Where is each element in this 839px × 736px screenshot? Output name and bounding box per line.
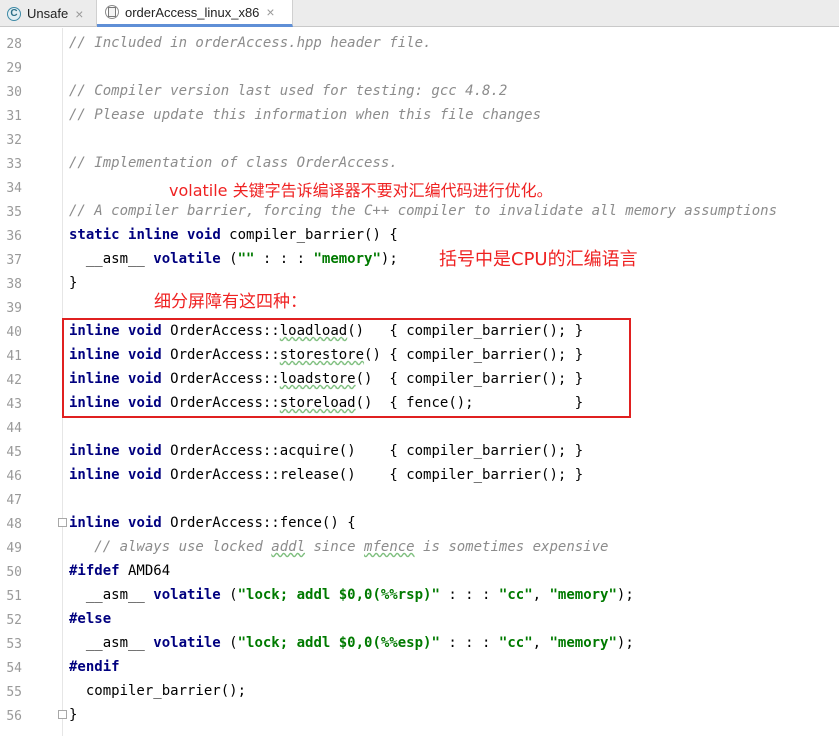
- line-number: 50: [6, 565, 22, 580]
- line-number: 45: [6, 445, 22, 460]
- tab-orderaccess-linux-x86[interactable]: orderAccess_linux_x86 ×: [97, 0, 293, 27]
- line-number: 36: [6, 229, 22, 244]
- line-number: 46: [6, 469, 22, 484]
- line-number: 55: [6, 685, 22, 700]
- line-number: 51: [6, 589, 22, 604]
- line-number: 28: [6, 37, 22, 52]
- c-class-icon: C: [7, 6, 21, 21]
- code-line-53[interactable]: __asm__ volatile ("lock; addl $0,0(%%esp…: [69, 635, 634, 651]
- line-number: 42: [6, 373, 22, 388]
- line-number: 38: [6, 277, 22, 292]
- line-number: 52: [6, 613, 22, 628]
- code-line-55[interactable]: compiler_barrier();: [69, 683, 246, 699]
- code-line-33[interactable]: // Implementation of class OrderAccess.: [69, 155, 398, 171]
- code-line-45[interactable]: inline void OrderAccess::acquire() { com…: [69, 443, 583, 459]
- line-number: 35: [6, 205, 22, 220]
- annotation-barrier-note: 细分屏障有这四种：: [154, 292, 307, 312]
- line-number: 37: [6, 253, 22, 268]
- line-number: 44: [6, 421, 22, 436]
- annotation-asm-note: 括号中是CPU的汇编语言: [439, 249, 638, 270]
- line-number: 43: [6, 397, 22, 412]
- line-number: 39: [6, 301, 22, 316]
- line-number: 30: [6, 85, 22, 100]
- code-line-28[interactable]: // Included in orderAccess.hpp header fi…: [69, 35, 431, 51]
- code-line-51[interactable]: __asm__ volatile ("lock; addl $0,0(%%rsp…: [69, 587, 634, 603]
- close-icon[interactable]: ×: [75, 6, 83, 22]
- code-line-30[interactable]: // Compiler version last used for testin…: [69, 83, 507, 99]
- fold-toggle-icon[interactable]: [58, 710, 67, 719]
- line-number: 34: [6, 181, 22, 196]
- code-line-36[interactable]: static inline void compiler_barrier() {: [69, 227, 398, 243]
- code-line-54[interactable]: #endif: [69, 659, 120, 675]
- line-number: 29: [6, 61, 22, 76]
- code-line-52[interactable]: #else: [69, 611, 111, 627]
- annotation-volatile-note: volatile 关键字告诉编译器不要对汇编代码进行优化。: [169, 181, 553, 200]
- line-number: 56: [6, 709, 22, 724]
- line-number: 41: [6, 349, 22, 364]
- line-number: 49: [6, 541, 22, 556]
- code-line-49[interactable]: // always use locked addl since mfence i…: [69, 539, 608, 555]
- code-line-48[interactable]: inline void OrderAccess::fence() {: [69, 515, 356, 531]
- line-number: 33: [6, 157, 22, 172]
- barrier-highlight-box: [62, 318, 631, 418]
- fold-toggle-icon[interactable]: [58, 518, 67, 527]
- line-number: 53: [6, 637, 22, 652]
- code-line-35[interactable]: // A compiler barrier, forcing the C++ c…: [69, 203, 777, 219]
- line-number: 54: [6, 661, 22, 676]
- editor-tab-bar: C Unsafe × orderAccess_linux_x86 ×: [0, 0, 839, 27]
- code-line-46[interactable]: inline void OrderAccess::release() { com…: [69, 467, 583, 483]
- tab-label: Unsafe: [27, 6, 69, 21]
- close-icon[interactable]: ×: [266, 4, 274, 20]
- line-number: 48: [6, 517, 22, 532]
- code-line-56[interactable]: }: [69, 707, 77, 723]
- line-number: 47: [6, 493, 22, 508]
- tab-unsafe[interactable]: C Unsafe ×: [0, 0, 97, 27]
- code-line-50[interactable]: #ifdef AMD64: [69, 563, 170, 579]
- code-line-37[interactable]: __asm__ volatile ("" : : : "memory");: [69, 251, 398, 267]
- line-number: 32: [6, 133, 22, 148]
- code-line-31[interactable]: // Please update this information when t…: [69, 107, 541, 123]
- header-file-icon: [105, 5, 119, 19]
- code-line-38[interactable]: }: [69, 275, 77, 291]
- tab-label: orderAccess_linux_x86: [125, 4, 260, 20]
- line-number: 40: [6, 325, 22, 340]
- line-number-gutter: 28 29 30 31 32 33 34 35 36 37 38 39 40 4…: [0, 28, 63, 736]
- line-number: 31: [6, 109, 22, 124]
